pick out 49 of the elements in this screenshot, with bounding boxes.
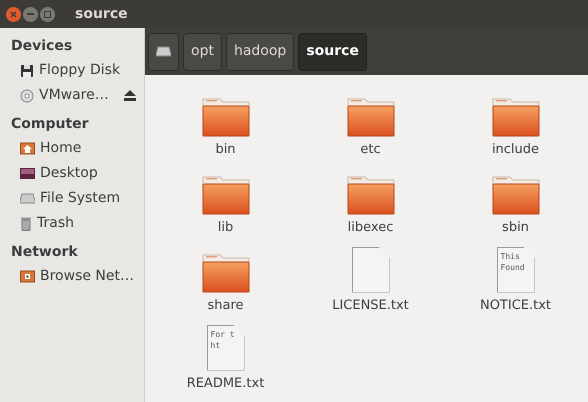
- file-item[interactable]: libexec: [298, 163, 443, 237]
- network-folder-icon: [20, 270, 35, 283]
- folder-icon: [346, 174, 394, 214]
- close-button[interactable]: [6, 6, 21, 22]
- minimize-button[interactable]: [23, 6, 38, 22]
- file-item[interactable]: etc: [298, 85, 443, 159]
- drive-icon: [156, 46, 171, 57]
- folder-icon: [492, 174, 540, 214]
- close-icon: [10, 10, 17, 18]
- folder-icon: [492, 96, 540, 136]
- sidebar-item[interactable]: Trash: [11, 211, 144, 236]
- sidebar-item[interactable]: Desktop: [11, 161, 144, 186]
- preview-text: This: [500, 252, 521, 262]
- drive-icon: [20, 193, 35, 204]
- file-item[interactable]: LICENSE.txt: [298, 241, 443, 315]
- file-item[interactable]: bin: [153, 85, 298, 159]
- section-heading: Devices: [11, 37, 74, 56]
- file-item[interactable]: For t ht README.txt: [153, 319, 298, 393]
- window-title: source: [75, 4, 128, 24]
- file-item[interactable]: include: [443, 85, 588, 159]
- preview-text: For t: [210, 330, 236, 340]
- path-crumb-button[interactable]: source: [298, 32, 367, 70]
- file-item[interactable]: This Found NOTICE.txt: [443, 241, 588, 315]
- file-item[interactable]: lib: [153, 163, 298, 237]
- trash-icon: [20, 216, 32, 230]
- section-heading: Computer: [11, 115, 90, 134]
- desktop-icon: [20, 168, 35, 179]
- preview-text: Found: [500, 262, 526, 272]
- eject-icon[interactable]: [124, 90, 136, 101]
- sidebar-item[interactable]: File System: [11, 186, 144, 211]
- sidebar-item[interactable]: VMware…: [11, 83, 144, 108]
- folder-icon: [346, 96, 394, 136]
- path-crumb-button[interactable]: opt: [183, 32, 222, 70]
- folder-icon: [202, 252, 250, 292]
- drive-crumb-button[interactable]: [148, 32, 179, 70]
- file-item[interactable]: share: [153, 241, 298, 315]
- path-crumb-button[interactable]: hadoop: [226, 32, 294, 70]
- section-heading: Network: [11, 243, 79, 262]
- sidebar-item[interactable]: Home: [11, 136, 144, 161]
- file-item[interactable]: sbin: [443, 163, 588, 237]
- preview-text: ht: [210, 340, 222, 350]
- text-file-icon: [352, 246, 390, 292]
- sidebar-item[interactable]: Floppy Disk: [11, 58, 144, 83]
- maximize-button[interactable]: [40, 6, 55, 22]
- sidebar-item[interactable]: Browse Net…: [11, 264, 144, 289]
- folder-icon: [202, 96, 250, 136]
- folder-icon: [202, 174, 250, 214]
- home-folder-icon: [20, 142, 35, 155]
- disc-icon: [20, 88, 34, 102]
